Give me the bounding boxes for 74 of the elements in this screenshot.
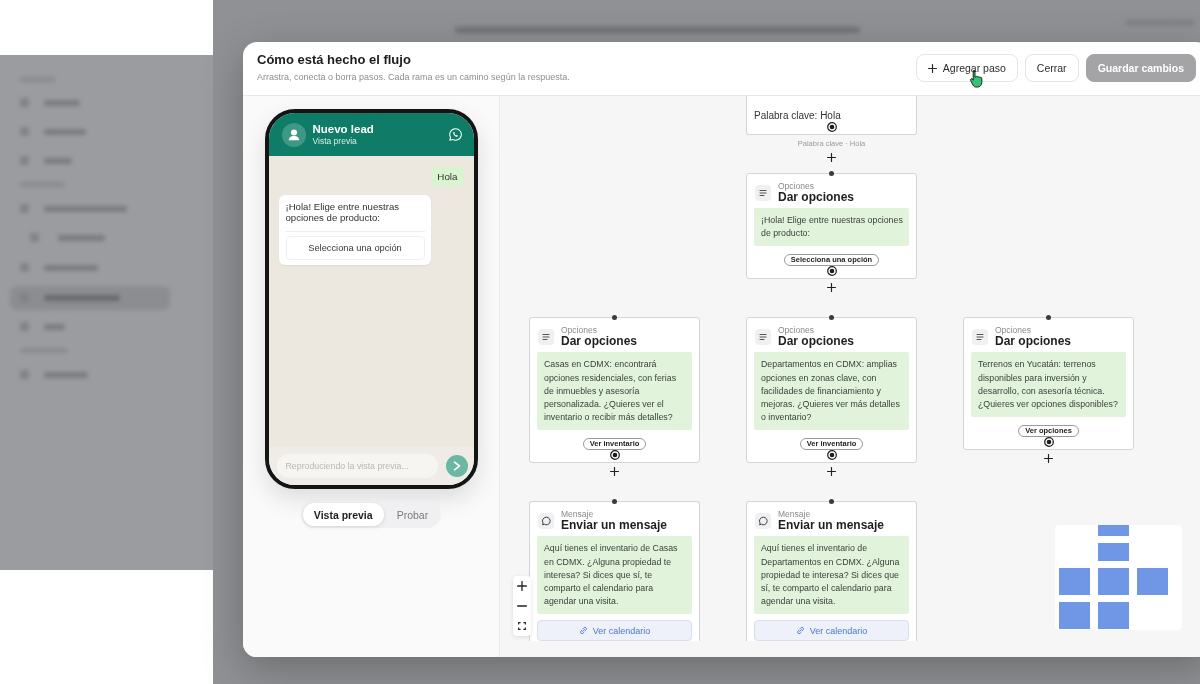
plus-icon bbox=[517, 581, 527, 591]
close-button[interactable]: Cerrar bbox=[1024, 54, 1079, 82]
minimap-node bbox=[1098, 602, 1129, 629]
select-option-button[interactable]: Selecciona una opción bbox=[285, 236, 425, 260]
node-title: Dar opciones bbox=[561, 335, 638, 349]
node-type-label: Mensaje bbox=[561, 509, 594, 520]
node-title: Enviar un mensaje bbox=[561, 519, 668, 533]
node-type-label: Opciones bbox=[778, 325, 814, 336]
fit-view-icon bbox=[518, 622, 526, 630]
text-lines-icon bbox=[755, 328, 771, 345]
speech-bubble-icon bbox=[755, 512, 771, 529]
node-type-label: Opciones bbox=[561, 325, 597, 336]
send-icon bbox=[452, 461, 461, 471]
minimap-node bbox=[1059, 602, 1090, 629]
mode-tab[interactable]: Probar bbox=[385, 503, 440, 526]
connector-dot-icon[interactable] bbox=[829, 499, 834, 505]
trigger-text: Palabra clave: Hola bbox=[754, 110, 842, 122]
connector-dot-icon[interactable] bbox=[1046, 315, 1051, 321]
dialog-title: Cómo está hecho el flujo bbox=[257, 52, 411, 68]
mode-tab[interactable]: Vista previa bbox=[302, 503, 384, 526]
message-preview: Terrenos en Yucatán: terrenos disponibles para inversión y desarrollo, con asesoría técnica. ¿Quieres ver opciones disponibles? bbox=[971, 352, 1126, 418]
message-preview: Aquí tienes el inventario de Departamentos en CDMX. ¿Alguna propiedad te interesa? Si dices que sí, te comparto el calendario para agendar una visita. bbox=[754, 536, 909, 615]
message-preview: Casas en CDMX: encontrará opciones residenciales, con ferias de inmuebles y asesoría personalizada. ¿Quieres ver el inventario o recibir más detalles? bbox=[537, 352, 692, 431]
plus-icon[interactable] bbox=[1044, 454, 1053, 464]
minus-icon bbox=[517, 605, 527, 607]
plus-icon[interactable] bbox=[610, 467, 619, 477]
text-lines-icon bbox=[972, 328, 988, 345]
message-text: ¡Hola! Elige entre nuestras opciones de producto: bbox=[285, 201, 425, 232]
message-node[interactable]: Mensaje Enviar un mensaje Aquí tienes el inventario de Casas en CDMX. ¿Alguna propiedad te interesa? Si dices que sí, te comparto el calendario para agendar una visita. Ver calendario bbox=[529, 501, 700, 642]
connector-handle-icon[interactable] bbox=[826, 450, 837, 461]
minimap[interactable] bbox=[1055, 525, 1182, 630]
connector-handle-icon[interactable] bbox=[826, 266, 837, 277]
message-node[interactable]: Mensaje Enviar un mensaje Aquí tienes el inventario de Departamentos en CDMX. ¿Alguna propiedad te interesa? Si dices que sí, te comparto el calendario para agendar una visita. Ver calendario bbox=[746, 501, 917, 642]
plus-icon[interactable] bbox=[827, 467, 836, 477]
node-title: Dar opciones bbox=[778, 191, 855, 204]
link-icon bbox=[578, 626, 588, 636]
message-preview: Departamentos en CDMX: amplias opciones en zonas clave, con facilidades de financiamiento y mejoras. ¿Quieres ver más detalles o inventario? bbox=[754, 352, 909, 431]
connector-handle-icon[interactable] bbox=[826, 122, 837, 132]
minimap-node bbox=[1098, 525, 1129, 536]
connector-dot-icon[interactable] bbox=[829, 171, 834, 176]
add-step-button[interactable]: Agregar paso bbox=[915, 54, 1018, 82]
minimap-node bbox=[1098, 568, 1129, 595]
link-icon bbox=[795, 626, 805, 636]
node-type-label: Mensaje bbox=[778, 509, 811, 520]
node-type-label: Opciones bbox=[995, 325, 1031, 336]
minimap-node bbox=[1098, 543, 1129, 561]
calendar-link-button[interactable]: Ver calendario bbox=[754, 620, 909, 642]
node-title: Dar opciones bbox=[778, 335, 855, 349]
connector-dot-icon[interactable] bbox=[829, 315, 834, 321]
node-title: Dar opciones bbox=[995, 335, 1072, 349]
plus-icon[interactable] bbox=[827, 153, 836, 162]
calendar-link-button[interactable]: Ver calendario bbox=[537, 620, 692, 642]
connector-dot-icon[interactable] bbox=[612, 315, 617, 321]
message-preview: Aquí tienes el inventario de Casas en CDMX. ¿Alguna propiedad te interesa? Si dices que sí, te comparto el calendario para agendar una visita. bbox=[537, 536, 692, 615]
message-preview: ¡Hola! Elige entre nuestras opciones de producto: bbox=[754, 208, 909, 247]
connector-dot-icon[interactable] bbox=[612, 499, 617, 505]
contact-name: Nuevo lead bbox=[312, 123, 374, 136]
text-lines-icon bbox=[538, 328, 554, 345]
connector-handle-icon[interactable] bbox=[609, 450, 620, 461]
node-title: Enviar un mensaje bbox=[778, 519, 885, 533]
avatar-icon bbox=[281, 122, 306, 147]
connector-handle-icon[interactable] bbox=[1043, 437, 1054, 448]
speech-bubble-icon bbox=[538, 512, 554, 529]
sent-message-bubble: Hola bbox=[431, 167, 464, 186]
node-type-label: Opciones bbox=[778, 181, 814, 191]
minimap-node bbox=[1059, 568, 1090, 595]
text-lines-icon bbox=[755, 184, 771, 201]
dialog-subtitle: Arrastra, conecta o borra pasos. Cada rama es un camino según la respuesta. bbox=[257, 71, 570, 83]
plus-icon[interactable] bbox=[927, 63, 937, 73]
phone-bubble-icon bbox=[448, 128, 462, 141]
trigger-node[interactable]: Palabra clave: Hola bbox=[746, 96, 917, 135]
plus-icon[interactable] bbox=[827, 283, 836, 293]
contact-status: Vista previa bbox=[312, 136, 357, 146]
minimap-node bbox=[1137, 568, 1168, 595]
